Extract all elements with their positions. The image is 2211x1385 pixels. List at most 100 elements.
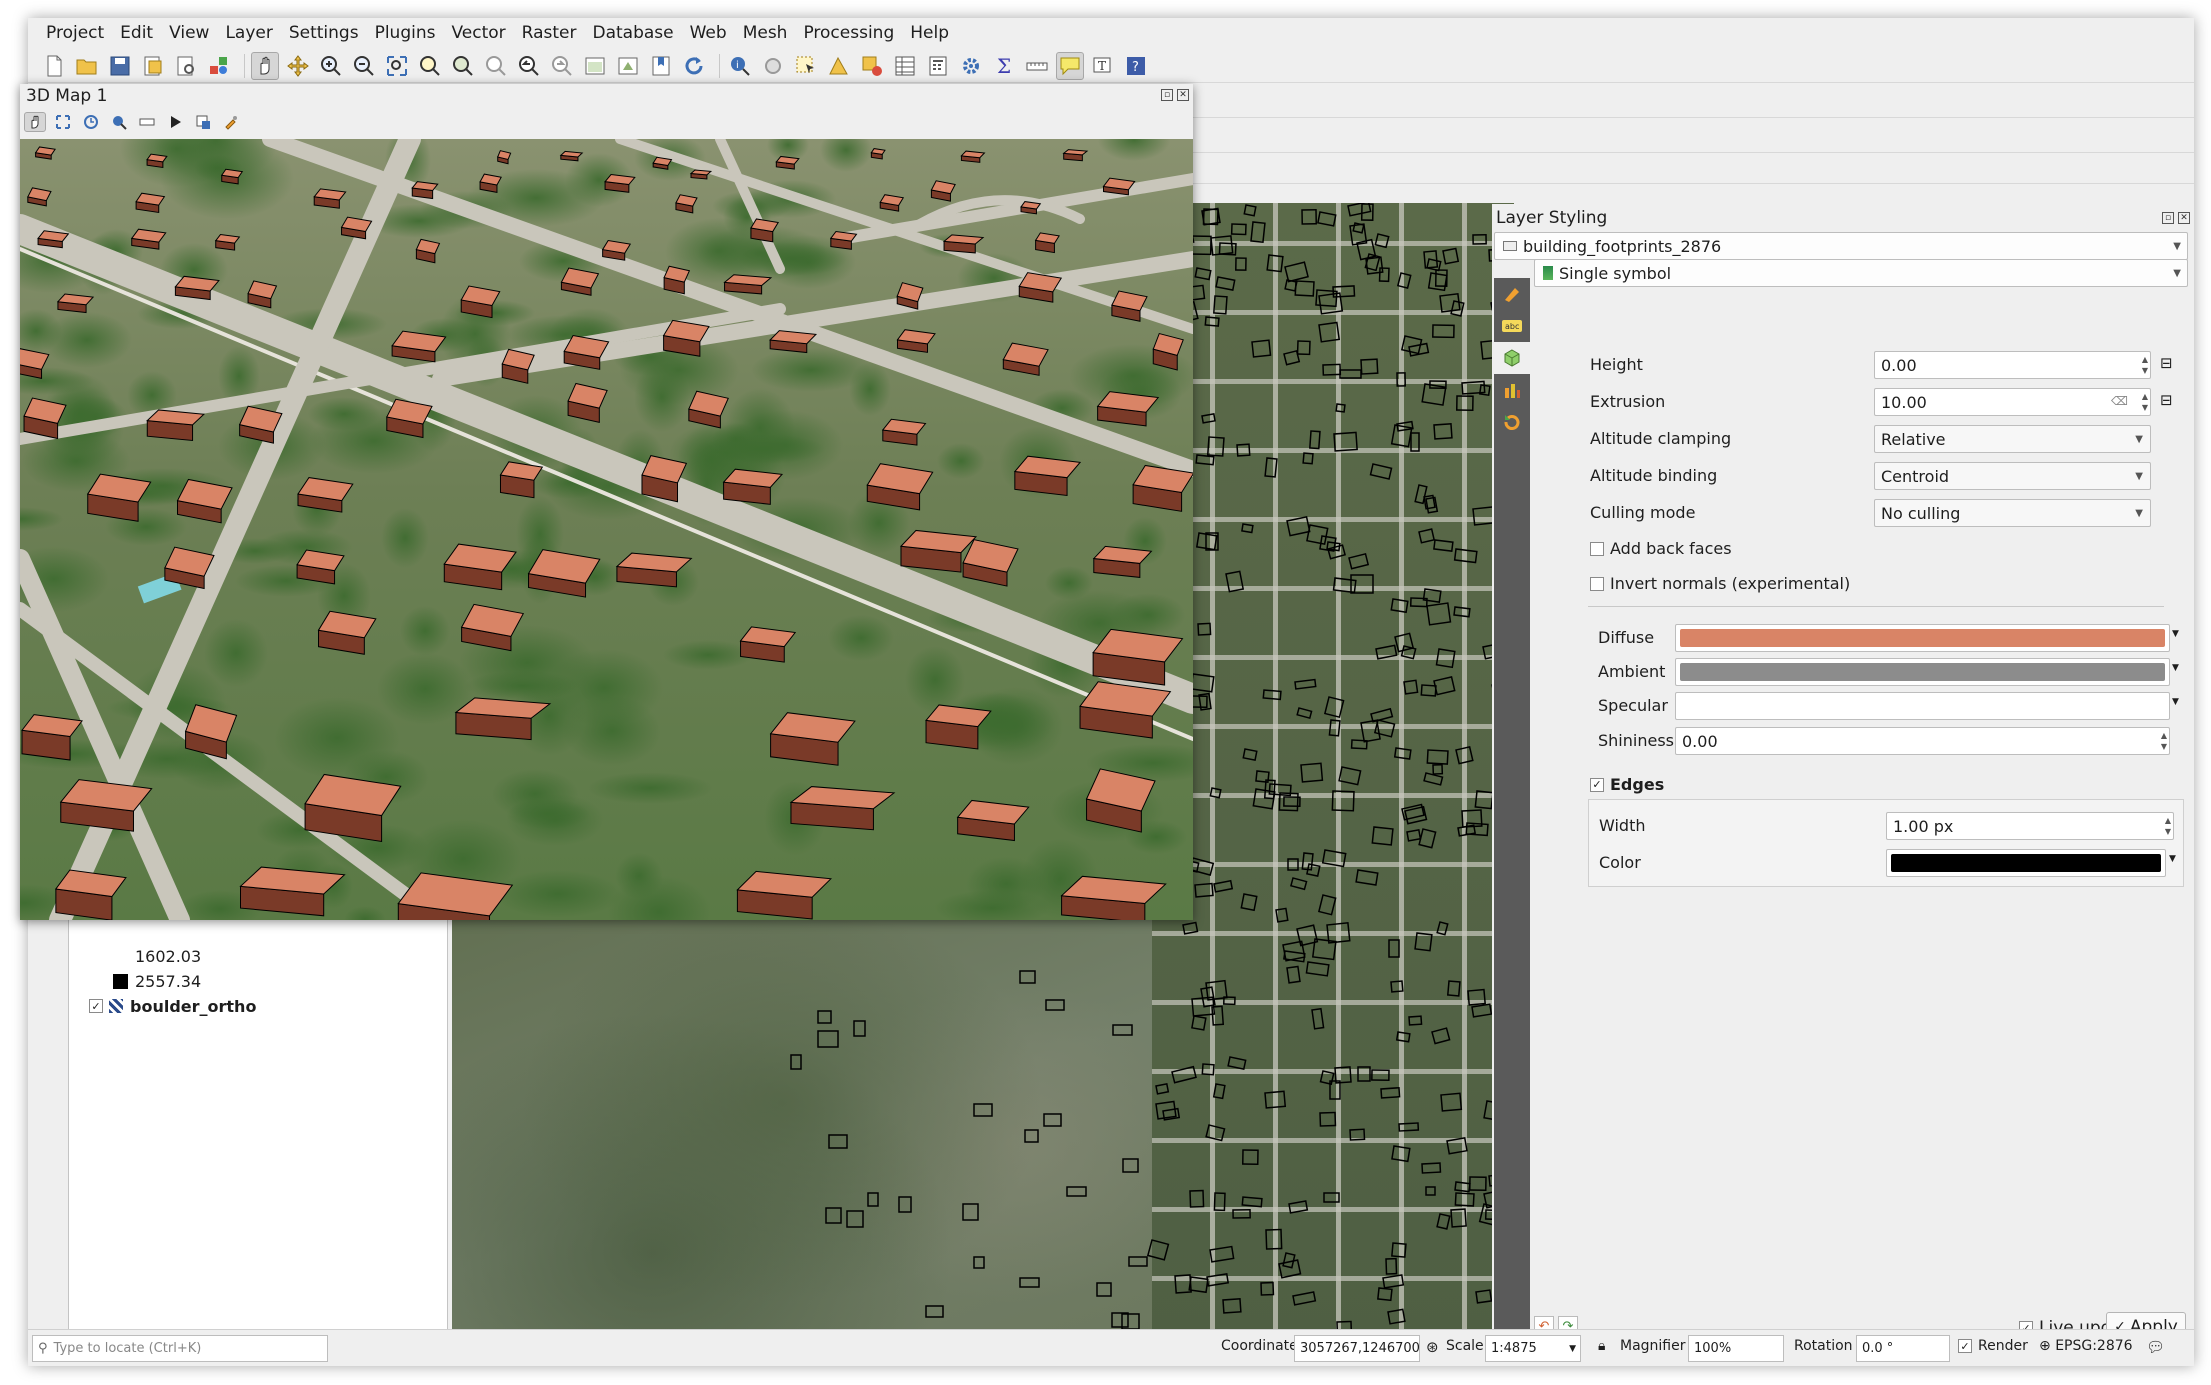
new-map-view-icon[interactable] bbox=[581, 52, 609, 80]
zoom-to-layer-icon[interactable] bbox=[449, 52, 477, 80]
camera-control-icon[interactable] bbox=[24, 112, 46, 132]
attribute-table-icon[interactable] bbox=[891, 52, 919, 80]
pan-to-selection-icon[interactable] bbox=[284, 52, 312, 80]
edge-width-spinbox[interactable]: 1.00 px ▲ ▼ bbox=[1886, 812, 2174, 840]
spin-arrows-icon[interactable]: ▲ ▼ bbox=[2142, 354, 2148, 376]
spin-arrows-icon[interactable]: ▲ ▼ bbox=[2161, 730, 2167, 752]
edges-group-header[interactable]: ✓ Edges bbox=[1590, 775, 1664, 794]
measure-line-icon[interactable] bbox=[136, 112, 158, 132]
menu-edit[interactable]: Edit bbox=[112, 18, 161, 48]
select-features-icon[interactable] bbox=[792, 52, 820, 80]
chevron-down-icon[interactable]: ▼ bbox=[2172, 629, 2179, 639]
identify-icon[interactable] bbox=[108, 112, 130, 132]
messages-icon[interactable]: 💬︎ bbox=[2146, 1338, 2165, 1356]
zoom-native-icon[interactable] bbox=[482, 52, 510, 80]
shininess-spinbox[interactable]: 0.00 ▲ ▼ bbox=[1675, 727, 2170, 755]
select-by-value-icon[interactable] bbox=[825, 52, 853, 80]
labels-tab-icon[interactable]: abc bbox=[1494, 310, 1530, 342]
menu-layer[interactable]: Layer bbox=[217, 18, 280, 48]
save-project-icon[interactable] bbox=[106, 52, 134, 80]
coordinate-field[interactable]: 3057267,1246700 bbox=[1294, 1335, 1420, 1362]
data-defined-override-icon[interactable]: ⊟ bbox=[2160, 354, 2173, 372]
symbology-tab-icon[interactable] bbox=[1494, 278, 1530, 310]
statistics-icon[interactable]: Σ bbox=[990, 52, 1018, 80]
identify-icon[interactable]: i bbox=[726, 52, 754, 80]
field-calculator-icon[interactable] bbox=[924, 52, 952, 80]
3d-scene-view[interactable] bbox=[20, 139, 1193, 920]
open-project-icon[interactable] bbox=[73, 52, 101, 80]
close-icon[interactable]: ✕ bbox=[2178, 212, 2190, 224]
history-tab-icon[interactable] bbox=[1494, 406, 1530, 438]
run-action-icon[interactable] bbox=[759, 52, 787, 80]
measure-icon[interactable] bbox=[1023, 52, 1051, 80]
zoom-to-selection-icon[interactable] bbox=[416, 52, 444, 80]
invert-normals-row[interactable]: Invert normals (experimental) bbox=[1590, 574, 1850, 593]
menu-mesh[interactable]: Mesh bbox=[735, 18, 796, 48]
zoom-next-icon[interactable] bbox=[548, 52, 576, 80]
new-print-layout-icon[interactable] bbox=[139, 52, 167, 80]
refresh-icon[interactable] bbox=[680, 52, 708, 80]
zoom-full-icon[interactable] bbox=[383, 52, 411, 80]
specular-color-button[interactable] bbox=[1675, 692, 2170, 720]
3d-view-tab-icon[interactable] bbox=[1494, 342, 1530, 374]
zoom-full-icon[interactable] bbox=[52, 112, 74, 132]
float-icon[interactable]: ▫ bbox=[1161, 89, 1173, 101]
zoom-last-icon[interactable] bbox=[515, 52, 543, 80]
map-tips-icon[interactable] bbox=[1056, 51, 1084, 80]
chevron-down-icon[interactable]: ▼ bbox=[2169, 854, 2176, 864]
menu-settings[interactable]: Settings bbox=[281, 18, 367, 48]
menu-view[interactable]: View bbox=[161, 18, 217, 48]
clear-icon[interactable]: ⌫ bbox=[2111, 394, 2128, 408]
add-back-faces-checkbox[interactable] bbox=[1590, 541, 1604, 556]
edges-checkbox[interactable]: ✓ bbox=[1590, 777, 1604, 792]
layer-item-boulder-ortho[interactable]: ✓ boulder_ortho bbox=[89, 994, 256, 1018]
altitude-binding-select[interactable]: Centroid ▼ bbox=[1874, 462, 2151, 490]
bookmarks-icon[interactable] bbox=[647, 52, 675, 80]
altitude-clamping-select[interactable]: Relative ▼ bbox=[1874, 425, 2151, 453]
new-project-icon[interactable] bbox=[40, 52, 68, 80]
menu-processing[interactable]: Processing bbox=[795, 18, 902, 48]
menu-plugins[interactable]: Plugins bbox=[367, 18, 444, 48]
height-spinbox[interactable]: 0.00 ▲ ▼ bbox=[1874, 351, 2151, 379]
render-toggle[interactable]: ✓ Render bbox=[1958, 1338, 2028, 1354]
crs-button[interactable]: ⊕ EPSG:2876 bbox=[2039, 1338, 2133, 1354]
menu-help[interactable]: Help bbox=[902, 18, 957, 48]
menu-vector[interactable]: Vector bbox=[443, 18, 513, 48]
renderer-combobox[interactable]: Single symbol ▼ bbox=[1534, 259, 2188, 287]
diffuse-color-button[interactable] bbox=[1675, 624, 2170, 652]
zoom-in-icon[interactable] bbox=[317, 52, 345, 80]
menu-database[interactable]: Database bbox=[584, 18, 681, 48]
animation-play-icon[interactable] bbox=[164, 112, 186, 132]
chevron-down-icon[interactable]: ▼ bbox=[2172, 697, 2179, 707]
spin-arrows-icon[interactable]: ▲ ▼ bbox=[2142, 391, 2148, 413]
ambient-color-button[interactable] bbox=[1675, 658, 2170, 686]
scale-combobox[interactable]: 1:4875 ▼ bbox=[1485, 1335, 1581, 1362]
layout-manager-icon[interactable] bbox=[172, 52, 200, 80]
layer-visibility-checkbox[interactable]: ✓ bbox=[89, 999, 103, 1013]
diagrams-tab-icon[interactable] bbox=[1494, 374, 1530, 406]
zoom-out-icon[interactable] bbox=[350, 52, 378, 80]
rotation-spinbox[interactable]: 0.0 ° bbox=[1856, 1335, 1950, 1362]
add-back-faces-row[interactable]: Add back faces bbox=[1590, 539, 1732, 558]
close-icon[interactable]: ✕ bbox=[1177, 89, 1189, 101]
menu-project[interactable]: Project bbox=[38, 18, 112, 48]
pan-icon[interactable] bbox=[251, 51, 279, 80]
culling-mode-select[interactable]: No culling ▼ bbox=[1874, 499, 2151, 527]
text-annotation-icon[interactable]: T bbox=[1089, 52, 1117, 80]
layer-combobox[interactable]: building_footprints_2876 ▼ bbox=[1494, 232, 2188, 260]
deselect-icon[interactable] bbox=[858, 52, 886, 80]
processing-toolbox-icon[interactable] bbox=[957, 52, 985, 80]
export-scene-icon[interactable] bbox=[192, 112, 214, 132]
data-defined-override-icon[interactable]: ⊟ bbox=[2160, 391, 2173, 409]
locator-input[interactable]: ⚲ Type to locate (Ctrl+K) bbox=[32, 1335, 328, 1362]
menu-raster[interactable]: Raster bbox=[514, 18, 585, 48]
lock-icon[interactable]: 🔒︎ bbox=[1598, 1338, 1605, 1354]
render-checkbox[interactable]: ✓ bbox=[1958, 1339, 1972, 1353]
invert-normals-checkbox[interactable] bbox=[1590, 576, 1604, 591]
extrusion-spinbox[interactable]: 10.00 ⌫ ▲ ▼ bbox=[1874, 388, 2151, 416]
edge-color-button[interactable] bbox=[1886, 849, 2166, 877]
new-3d-map-view-icon[interactable] bbox=[614, 52, 642, 80]
configure-icon[interactable] bbox=[220, 112, 242, 132]
spin-arrows-icon[interactable]: ▲ ▼ bbox=[2165, 815, 2171, 837]
help-icon[interactable]: ? bbox=[1122, 52, 1150, 80]
